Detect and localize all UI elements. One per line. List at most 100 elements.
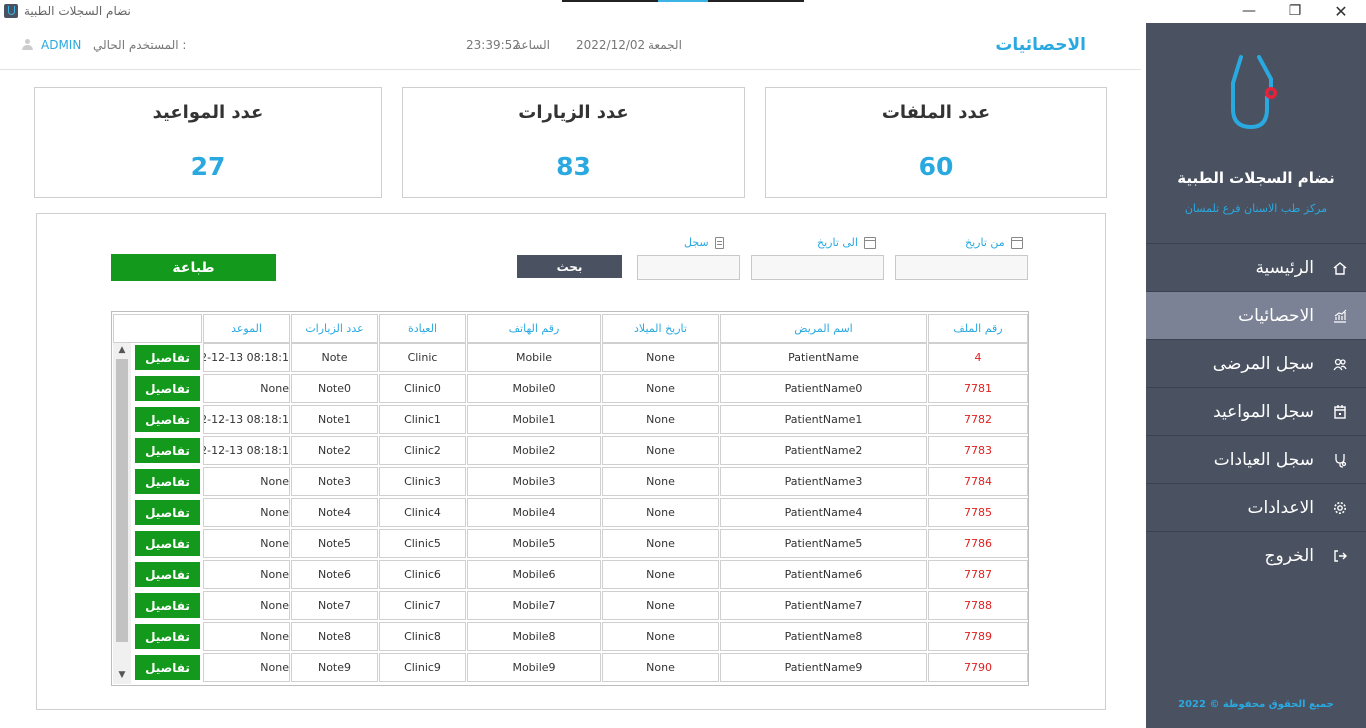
sidebar-item-gear[interactable]: الاعدادات	[1146, 483, 1366, 531]
sidebar-item-logout[interactable]: الخروج	[1146, 531, 1366, 579]
table-cell-appointment[interactable]: 2022-12-13 08:18:1	[203, 343, 290, 372]
table-cell-visits[interactable]: Note7	[291, 591, 378, 620]
table-cell-phone[interactable]: Mobile7	[467, 591, 601, 620]
table-cell-clinic[interactable]: Clinic	[379, 343, 466, 372]
details-button[interactable]: تفاصيل	[135, 624, 200, 649]
sidebar-item-calendar[interactable]: سجل المواعيد	[1146, 387, 1366, 435]
table-cell-birth[interactable]: None	[602, 622, 719, 651]
maximize-button[interactable]: ❐	[1272, 0, 1318, 22]
details-button[interactable]: تفاصيل	[135, 500, 200, 525]
table-cell-name[interactable]: PatientName9	[720, 653, 927, 682]
table-cell-birth[interactable]: None	[602, 343, 719, 372]
sidebar-item-stethoscope[interactable]: سجل العيادات	[1146, 435, 1366, 483]
column-header[interactable]: رقم الهاتف	[467, 314, 601, 343]
table-cell-file[interactable]: 7781	[928, 374, 1028, 403]
table-cell-phone[interactable]: Mobile5	[467, 529, 601, 558]
table-cell-appointment[interactable]: 2022-12-13 08:18:1	[203, 405, 290, 434]
details-button[interactable]: تفاصيل	[135, 469, 200, 494]
scroll-down-icon[interactable]: ▼	[113, 668, 131, 682]
table-cell-appointment[interactable]: None	[203, 653, 290, 682]
table-cell-phone[interactable]: Mobile8	[467, 622, 601, 651]
details-button[interactable]: تفاصيل	[135, 562, 200, 587]
table-cell-visits[interactable]: Note3	[291, 467, 378, 496]
table-cell-visits[interactable]: Note4	[291, 498, 378, 527]
close-button[interactable]: ✕	[1318, 0, 1364, 22]
table-cell-appointment[interactable]: None	[203, 591, 290, 620]
table-cell-phone[interactable]: Mobile9	[467, 653, 601, 682]
table-cell-name[interactable]: PatientName0	[720, 374, 927, 403]
table-cell-birth[interactable]: None	[602, 467, 719, 496]
table-cell-birth[interactable]: None	[602, 560, 719, 589]
table-cell-file[interactable]: 7788	[928, 591, 1028, 620]
minimize-button[interactable]: —	[1226, 0, 1272, 22]
print-button[interactable]: طباعة	[111, 254, 276, 281]
table-cell-visits[interactable]: Note	[291, 343, 378, 372]
scroll-up-icon[interactable]: ▲	[113, 343, 131, 357]
table-cell-clinic[interactable]: Clinic1	[379, 405, 466, 434]
table-cell-birth[interactable]: None	[602, 591, 719, 620]
scrollbar-thumb[interactable]	[116, 359, 128, 642]
table-cell-visits[interactable]: Note8	[291, 622, 378, 651]
table-cell-name[interactable]: PatientName1	[720, 405, 927, 434]
table-cell-file[interactable]: 7783	[928, 436, 1028, 465]
table-cell-phone[interactable]: Mobile2	[467, 436, 601, 465]
table-cell-visits[interactable]: Note0	[291, 374, 378, 403]
table-cell-phone[interactable]: Mobile3	[467, 467, 601, 496]
table-cell-clinic[interactable]: Clinic2	[379, 436, 466, 465]
table-cell-clinic[interactable]: Clinic9	[379, 653, 466, 682]
table-cell-appointment[interactable]: None	[203, 374, 290, 403]
sidebar-item-chart[interactable]: الاحصائيات	[1146, 291, 1366, 339]
table-cell-birth[interactable]: None	[602, 374, 719, 403]
table-cell-phone[interactable]: Mobile1	[467, 405, 601, 434]
column-header[interactable]: عدد الزيارات	[291, 314, 378, 343]
details-button[interactable]: تفاصيل	[135, 593, 200, 618]
table-cell-phone[interactable]: Mobile	[467, 343, 601, 372]
table-cell-name[interactable]: PatientName2	[720, 436, 927, 465]
sidebar-item-users[interactable]: سجل المرضى	[1146, 339, 1366, 387]
table-cell-appointment[interactable]: None	[203, 622, 290, 651]
table-cell-file[interactable]: 7787	[928, 560, 1028, 589]
table-cell-phone[interactable]: Mobile0	[467, 374, 601, 403]
table-cell-name[interactable]: PatientName7	[720, 591, 927, 620]
table-cell-clinic[interactable]: Clinic3	[379, 467, 466, 496]
table-cell-clinic[interactable]: Clinic8	[379, 622, 466, 651]
table-cell-clinic[interactable]: Clinic0	[379, 374, 466, 403]
table-cell-appointment[interactable]: None	[203, 498, 290, 527]
table-cell-file[interactable]: 7790	[928, 653, 1028, 682]
table-cell-birth[interactable]: None	[602, 405, 719, 434]
column-header[interactable]: تاريخ الميلاد	[602, 314, 719, 343]
from-date-input[interactable]	[895, 255, 1028, 280]
table-cell-name[interactable]: PatientName3	[720, 467, 927, 496]
table-cell-appointment[interactable]: None	[203, 560, 290, 589]
table-cell-file[interactable]: 7786	[928, 529, 1028, 558]
table-cell-visits[interactable]: Note5	[291, 529, 378, 558]
record-input[interactable]	[637, 255, 740, 280]
table-cell-clinic[interactable]: Clinic4	[379, 498, 466, 527]
column-header[interactable]: اسم المريض	[720, 314, 927, 343]
column-header[interactable]: الموعد	[203, 314, 290, 343]
table-cell-clinic[interactable]: Clinic5	[379, 529, 466, 558]
column-header[interactable]: العيادة	[379, 314, 466, 343]
table-cell-visits[interactable]: Note9	[291, 653, 378, 682]
table-cell-visits[interactable]: Note6	[291, 560, 378, 589]
table-cell-name[interactable]: PatientName5	[720, 529, 927, 558]
table-cell-birth[interactable]: None	[602, 529, 719, 558]
table-cell-file[interactable]: 7789	[928, 622, 1028, 651]
details-button[interactable]: تفاصيل	[135, 407, 200, 432]
table-cell-file[interactable]: 7782	[928, 405, 1028, 434]
details-button[interactable]: تفاصيل	[135, 531, 200, 556]
column-header[interactable]: رقم الملف	[928, 314, 1028, 343]
sidebar-item-home[interactable]: الرئيسية	[1146, 243, 1366, 291]
details-button[interactable]: تفاصيل	[135, 345, 200, 370]
table-cell-clinic[interactable]: Clinic6	[379, 560, 466, 589]
details-button[interactable]: تفاصيل	[135, 376, 200, 401]
to-date-input[interactable]	[751, 255, 884, 280]
table-cell-birth[interactable]: None	[602, 436, 719, 465]
table-cell-appointment[interactable]: None	[203, 467, 290, 496]
table-cell-visits[interactable]: Note1	[291, 405, 378, 434]
table-cell-appointment[interactable]: None	[203, 529, 290, 558]
table-cell-birth[interactable]: None	[602, 653, 719, 682]
table-cell-file[interactable]: 7784	[928, 467, 1028, 496]
table-cell-file[interactable]: 7785	[928, 498, 1028, 527]
details-button[interactable]: تفاصيل	[135, 438, 200, 463]
